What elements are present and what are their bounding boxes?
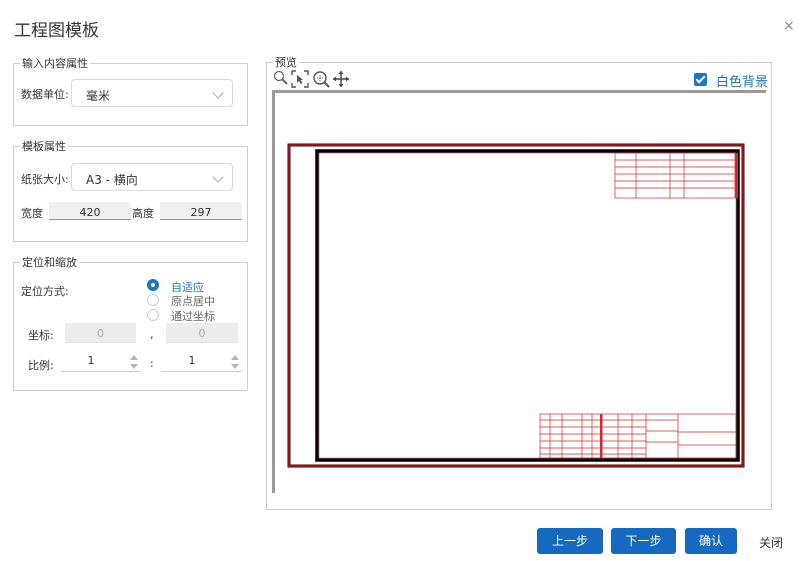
pan-icon[interactable] [332,70,350,91]
scale-separator: : [150,357,154,370]
unit-select[interactable]: 毫米 [71,79,233,107]
next-step-button[interactable]: 下一步 [611,528,676,554]
coord-y-field[interactable]: 0 [166,323,238,343]
arrow-up-icon[interactable] [231,355,239,360]
scale-b-value: 1 [188,354,196,367]
input-props-legend: 输入内容属性 [22,57,88,70]
unit-select-value: 毫米 [86,89,111,103]
white-bg-label[interactable]: 白色背景 [716,71,768,90]
close-button[interactable]: 关闭 [759,534,783,551]
paper-size-select[interactable]: A3 - 横向 [71,163,233,191]
width-label: 宽度 [21,207,43,220]
close-icon[interactable]: × [783,18,795,34]
position-method-label: 定位方式: [21,285,69,298]
radio-origin-center-label[interactable]: 原点居中 [171,293,215,309]
radio-by-coordinate-label[interactable]: 通过坐标 [171,308,215,324]
radio-by-coordinate[interactable] [147,309,159,321]
scale-b-stepper[interactable]: 1 [162,350,242,372]
preview-canvas-left-border [272,90,275,493]
dialog-title: 工程图模板 [14,21,99,41]
template-props-legend: 模板属性 [22,140,66,153]
drawing-preview[interactable] [286,142,746,470]
prev-step-button[interactable]: 上一步 [537,528,603,554]
paper-size-value: A3 - 横向 [86,173,138,187]
position-scale-legend: 定位和缩放 [22,256,77,269]
height-field[interactable]: 297 [160,202,242,220]
arrow-up-icon[interactable] [130,355,138,360]
white-bg-checkbox[interactable] [694,73,707,86]
zoom-icon[interactable] [273,70,289,89]
radio-auto-fit[interactable] [147,279,159,291]
width-field[interactable]: 420 [49,202,131,220]
chevron-down-icon [212,87,224,99]
confirm-button[interactable]: 确认 [685,528,737,554]
chevron-down-icon [212,171,224,183]
preview-legend: 预览 [275,56,297,69]
paper-size-label: 纸张大小: [21,173,69,186]
arrow-down-icon[interactable] [130,364,138,369]
radio-origin-center[interactable] [147,294,159,306]
zoom-extent-icon[interactable] [312,70,330,91]
preview-canvas-top-border [272,90,766,93]
scale-a-stepper[interactable]: 1 [61,350,141,372]
unit-label: 数据单位: [21,88,69,101]
coord-x-field[interactable]: 0 [65,323,136,343]
height-label: 高度 [132,207,154,220]
scale-label: 比例: [28,359,54,372]
coord-separator: , [150,328,154,341]
scale-a-value: 1 [87,354,95,367]
fit-select-icon[interactable] [291,70,309,91]
coordinate-label: 坐标: [28,329,54,342]
arrow-down-icon[interactable] [231,364,239,369]
